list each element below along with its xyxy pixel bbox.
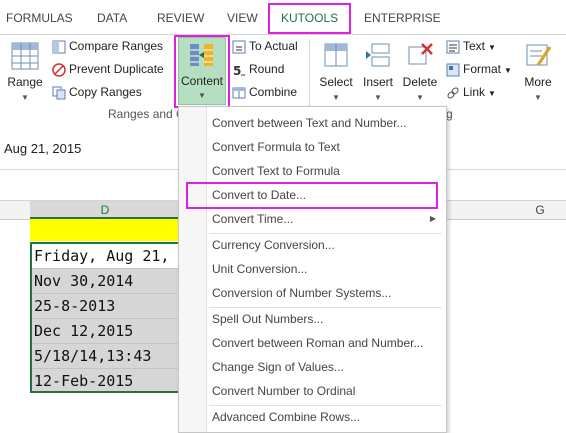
chevron-down-icon: ▼ bbox=[488, 89, 496, 98]
chevron-down-icon: ▼ bbox=[488, 43, 496, 52]
round-icon: 5 bbox=[233, 64, 245, 77]
combine-icon bbox=[232, 87, 246, 99]
delete-label: Delete bbox=[402, 75, 438, 89]
menu-item-roman-number[interactable]: Convert between Roman and Number... bbox=[179, 331, 444, 355]
format-icon bbox=[446, 63, 460, 77]
round-label: Round bbox=[249, 62, 285, 76]
format-button[interactable]: Format ▼ bbox=[446, 62, 512, 77]
content-dropdown-menu: Convert between Text and Number... Conve… bbox=[178, 106, 447, 433]
formula-bar-value: Aug 21, 2015 bbox=[4, 141, 82, 156]
menu-item-unit-conversion[interactable]: Unit Conversion... bbox=[179, 257, 444, 281]
range-button[interactable]: Range ▼ bbox=[4, 39, 46, 105]
more-label: More bbox=[524, 75, 552, 89]
cell[interactable]: Dec 12,2015 bbox=[32, 319, 182, 344]
combine-label: Combine bbox=[249, 85, 298, 99]
cell[interactable]: Friday, Aug 21, bbox=[32, 244, 182, 269]
cell[interactable]: 12-Feb-2015 bbox=[32, 369, 182, 394]
cell[interactable]: 5/18/14,13:43 bbox=[32, 344, 182, 369]
text-label: Text bbox=[463, 39, 486, 53]
chevron-down-icon: ▼ bbox=[416, 93, 424, 102]
chevron-down-icon: ▼ bbox=[21, 93, 29, 102]
select-button[interactable]: Select ▼ bbox=[316, 39, 356, 105]
menu-item-currency-conversion[interactable]: Currency Conversion... bbox=[179, 233, 444, 257]
link-button[interactable]: Link ▼ bbox=[446, 85, 496, 100]
menu-item-formula-to-text[interactable]: Convert Formula to Text bbox=[179, 135, 444, 159]
ribbon-tabs: FORMULAS DATA REVIEW VIEW KUTOOLS ENTERP… bbox=[0, 0, 566, 34]
column-header-g[interactable]: G bbox=[530, 201, 550, 219]
text-icon bbox=[446, 40, 460, 54]
cell[interactable]: 25-8-2013 bbox=[32, 294, 182, 319]
delete-icon bbox=[408, 43, 433, 65]
menu-item-label: Convert Time... bbox=[212, 212, 294, 226]
convert-to-date-highlight bbox=[186, 182, 438, 209]
combine-button[interactable]: Combine bbox=[232, 85, 297, 100]
chevron-down-icon: ▼ bbox=[332, 93, 340, 102]
range-icon bbox=[11, 42, 39, 70]
insert-icon bbox=[366, 43, 390, 67]
prevent-duplicate-label: Prevent Duplicate bbox=[69, 62, 164, 76]
text-button[interactable]: Text ▼ bbox=[446, 39, 496, 54]
menu-item-spell-out-numbers[interactable]: Spell Out Numbers... bbox=[179, 307, 444, 331]
tab-data[interactable]: DATA bbox=[97, 0, 127, 34]
compare-ranges-label: Compare Ranges bbox=[69, 39, 164, 53]
tab-review[interactable]: REVIEW bbox=[157, 0, 204, 34]
copy-ranges-label: Copy Ranges bbox=[69, 85, 142, 99]
chevron-down-icon: ▼ bbox=[374, 93, 382, 102]
group-label-editing-tail: g bbox=[446, 107, 453, 121]
select-label: Select bbox=[319, 75, 353, 89]
more-button[interactable]: More ▼ bbox=[518, 39, 558, 105]
menu-item-text-to-formula[interactable]: Convert Text to Formula bbox=[179, 159, 444, 183]
link-icon bbox=[447, 87, 459, 99]
compare-ranges-button[interactable]: Compare Ranges bbox=[52, 39, 163, 54]
menu-item-change-sign[interactable]: Change Sign of Values... bbox=[179, 355, 444, 379]
menu-item-advanced-combine-rows[interactable]: Advanced Combine Rows... bbox=[179, 405, 444, 429]
prevent-icon bbox=[52, 63, 66, 77]
chevron-right-icon: ▶ bbox=[429, 214, 436, 223]
menu-item-number-to-ordinal[interactable]: Convert Number to Ordinal bbox=[179, 379, 444, 403]
range-label: Range bbox=[7, 75, 43, 89]
prevent-duplicate-button[interactable]: Prevent Duplicate bbox=[52, 62, 164, 77]
cell[interactable]: Nov 30,2014 bbox=[32, 269, 182, 294]
kutools-tab-highlight bbox=[268, 3, 351, 34]
insert-label: Insert bbox=[362, 75, 393, 89]
selected-range[interactable]: Friday, Aug 21, Nov 30,2014 25-8-2013 De… bbox=[30, 242, 182, 394]
to-actual-button[interactable]: To Actual bbox=[232, 39, 298, 54]
menu-item-convert-time[interactable]: Convert Time... ▶ bbox=[179, 207, 444, 231]
svg-text:5: 5 bbox=[233, 64, 241, 77]
tab-enterprise[interactable]: ENTERPRISE bbox=[364, 0, 441, 34]
to-actual-label: To Actual bbox=[249, 39, 298, 53]
chevron-down-icon: ▼ bbox=[504, 66, 512, 75]
menu-item-convert-text-number[interactable]: Convert between Text and Number... bbox=[179, 111, 444, 135]
delete-button[interactable]: Delete ▼ bbox=[400, 39, 440, 105]
content-button-highlight bbox=[174, 35, 230, 108]
group-label-ranges: Ranges and C bbox=[108, 107, 185, 121]
tab-formulas[interactable]: FORMULAS bbox=[6, 0, 73, 34]
format-label: Format bbox=[463, 62, 502, 76]
column-header-d[interactable]: D bbox=[30, 201, 180, 219]
copy-ranges-button[interactable]: Copy Ranges bbox=[52, 85, 142, 100]
select-icon bbox=[324, 43, 348, 67]
link-label: Link bbox=[463, 85, 486, 99]
compare-icon bbox=[52, 40, 66, 54]
insert-button[interactable]: Insert ▼ bbox=[358, 39, 398, 105]
chevron-down-icon: ▼ bbox=[534, 93, 542, 102]
round-button[interactable]: 5 Round bbox=[232, 62, 284, 77]
more-icon bbox=[526, 44, 552, 66]
to-actual-icon bbox=[232, 40, 246, 54]
copy-icon bbox=[52, 86, 66, 100]
tab-view[interactable]: VIEW bbox=[227, 0, 258, 34]
menu-item-number-systems[interactable]: Conversion of Number Systems... bbox=[179, 281, 444, 305]
header-cell-yellow[interactable] bbox=[30, 219, 180, 241]
